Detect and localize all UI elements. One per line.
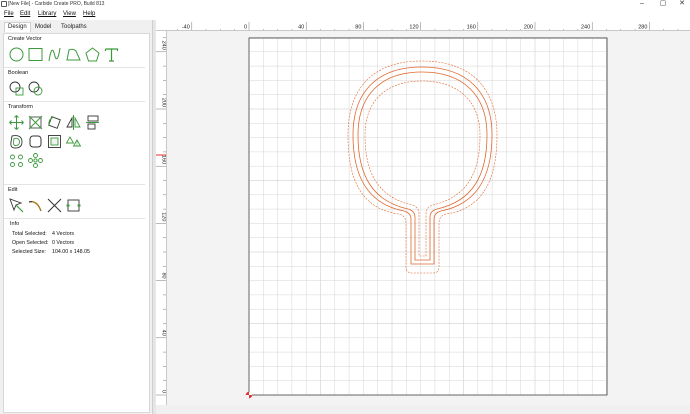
- mirror-tool-icon[interactable]: [65, 114, 82, 131]
- info-title: Info: [10, 221, 20, 227]
- h-ruler-label: 80: [355, 25, 361, 31]
- h-ruler-label: 200: [524, 25, 533, 31]
- move-tool-icon[interactable]: [8, 114, 25, 131]
- tab-toolpaths[interactable]: Toolpaths: [61, 22, 87, 32]
- origin-icon: [245, 391, 253, 399]
- join-tool-icon[interactable]: [65, 197, 82, 214]
- h-ruler-label: -40: [182, 25, 190, 31]
- transform-title: Transform: [8, 104, 33, 110]
- polyline-tool-icon[interactable]: [65, 46, 82, 63]
- menu-bar: File Edit Library View Help: [0, 9, 690, 20]
- text-tool-icon[interactable]: [103, 46, 120, 63]
- union-tool-icon[interactable]: [8, 80, 25, 97]
- circle-tool-icon[interactable]: [8, 46, 25, 63]
- boolean-title: Boolean: [8, 70, 29, 76]
- menu-edit[interactable]: Edit: [20, 9, 30, 20]
- info-selected-size-value: 104.00 x 148.05: [52, 249, 90, 255]
- create-vector-section: Create Vector: [4, 35, 145, 68]
- curve-tool-icon[interactable]: [46, 46, 63, 63]
- rotate-tool-icon[interactable]: [46, 114, 63, 131]
- v-ruler-label: 160: [161, 155, 167, 164]
- maximize-button[interactable]: ▢: [657, 0, 669, 9]
- scale-tool-icon[interactable]: [27, 114, 44, 131]
- app-icon: [1, 1, 7, 7]
- window-title: [New File] - Carbide Create PRO, Build 8…: [8, 1, 105, 7]
- boolean-section: Boolean: [4, 69, 145, 102]
- create-vector-title: Create Vector: [8, 36, 42, 42]
- v-ruler-label: 200: [161, 98, 167, 107]
- edit-title: Edit: [8, 187, 18, 193]
- node-edit-tool-icon[interactable]: [8, 197, 25, 214]
- close-button[interactable]: ✕: [676, 0, 688, 9]
- info-open-selected-label: Open Selected:: [12, 240, 49, 246]
- h-ruler-label: 280: [638, 25, 647, 31]
- edit-section: Edit: [4, 186, 145, 219]
- design-canvas[interactable]: [167, 31, 690, 405]
- array-tool-icon[interactable]: [65, 133, 82, 150]
- v-ruler-label: 40: [161, 330, 167, 336]
- menu-view[interactable]: View: [63, 9, 76, 20]
- menu-file[interactable]: File: [4, 9, 14, 20]
- info-total-selected-label: Total Selected:: [12, 231, 47, 237]
- design-panel: Create Vector Boolean Transform Edit Inf…: [3, 33, 150, 413]
- fillet-tool-icon[interactable]: [27, 133, 44, 150]
- trim-tool-icon[interactable]: [27, 197, 44, 214]
- h-ruler-label: 160: [467, 25, 476, 31]
- v-ruler-label: 0: [161, 390, 167, 393]
- menu-help[interactable]: Help: [83, 9, 95, 20]
- subtract-tool-icon[interactable]: [27, 80, 44, 97]
- h-ruler-label: 0: [244, 25, 247, 31]
- v-ruler-label: 120: [161, 212, 167, 221]
- h-ruler-label: 40: [298, 25, 304, 31]
- status-bar: [156, 405, 690, 414]
- info-open-selected-value: 0 Vectors: [52, 240, 75, 246]
- left-panel: Design Model Toolpaths Create Vector Boo…: [0, 20, 152, 414]
- polygon-tool-icon[interactable]: [84, 46, 101, 63]
- ungroup-tool-icon[interactable]: [27, 152, 44, 169]
- cut-tool-icon[interactable]: [46, 197, 63, 214]
- tab-design[interactable]: Design: [4, 22, 31, 32]
- group-tool-icon[interactable]: [8, 152, 25, 169]
- inset-tool-icon[interactable]: [46, 133, 63, 150]
- rectangle-tool-icon[interactable]: [27, 46, 44, 63]
- info-total-selected-value: 4 Vectors: [52, 231, 75, 237]
- menu-library[interactable]: Library: [38, 9, 56, 20]
- vertical-ruler: 240 200 160 120 80 40 0: [156, 31, 167, 405]
- align-tool-icon[interactable]: [84, 114, 101, 131]
- horizontal-ruler: -40 0 40 80 120 160 200 240 280: [156, 20, 690, 31]
- tab-model[interactable]: Model: [35, 22, 51, 32]
- h-ruler-label: 240: [581, 25, 590, 31]
- v-ruler-label: 240: [161, 41, 167, 50]
- offset-tool-icon[interactable]: [8, 133, 25, 150]
- info-selected-size-label: Selected Size:: [12, 249, 46, 255]
- title-bar: [New File] - Carbide Create PRO, Build 8…: [0, 0, 690, 9]
- transform-section: Transform: [4, 103, 145, 185]
- h-ruler-label: 120: [409, 25, 418, 31]
- v-ruler-label: 80: [161, 272, 167, 278]
- stock-area: [248, 37, 608, 396]
- app-window: [New File] - Carbide Create PRO, Build 8…: [0, 0, 690, 414]
- minimize-button[interactable]: –: [636, 0, 648, 9]
- info-section: Info Total Selected: 4 Vectors Open Sele…: [6, 220, 147, 260]
